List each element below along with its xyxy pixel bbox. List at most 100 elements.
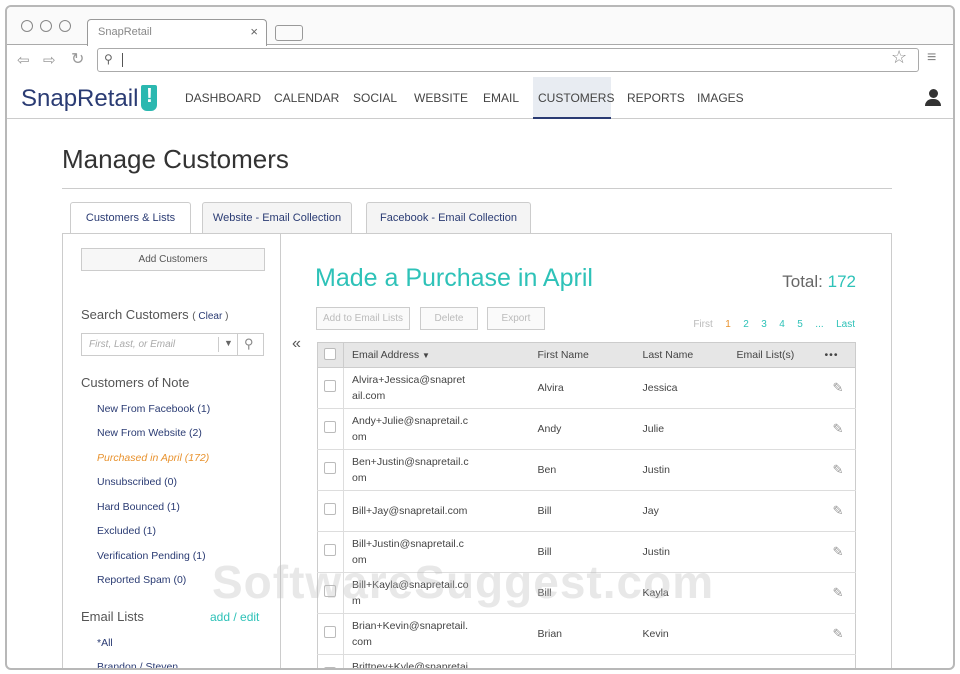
table-row[interactable]: Bill+Jay@snapretail.com Bill Jay ✎ [317,490,856,532]
page-3[interactable]: 3 [761,319,767,330]
select-all-checkbox[interactable] [324,347,336,360]
column-last-name[interactable]: Last Name [634,342,729,368]
cell-last-name: Jay [634,490,729,532]
edit-pencil-icon[interactable]: ✎ [824,572,856,614]
list-brandon-steven[interactable]: Brandon / Steven [97,661,178,668]
cell-last-name: Julie [634,408,729,450]
cell-first-name: Alvira [529,367,635,409]
total-count: Total: 172 [782,272,856,291]
row-checkbox[interactable] [324,666,336,668]
table-row[interactable]: Alvira+Jessica@snapretail.com Alvira Jes… [317,367,856,409]
watermark: SoftwareSuggest.com [212,556,715,608]
search-customers-input[interactable]: First, Last, or Email ▼ ⚲ [81,333,264,356]
cell-email-lists [728,367,825,409]
nav-website[interactable]: WEBSITE [409,77,473,119]
reload-icon[interactable]: ↻ [71,49,84,69]
table-row[interactable]: Ben+Justin@snapretail.com Ben Justin ✎ [317,449,856,491]
table-row[interactable]: Brittney+Kyle@snapretail.com ✎ [317,654,856,668]
note-reported-spam[interactable]: Reported Spam (0) [97,574,186,586]
edit-pencil-icon[interactable]: ✎ [824,408,856,450]
forward-icon[interactable]: ⇨ [43,51,56,69]
note-new-from-facebook[interactable]: New From Facebook (1) [97,403,210,415]
cell-email: Andy+Julie@snapretail.com [343,408,530,450]
search-icon[interactable]: ⚲ [244,336,254,352]
user-account-icon[interactable] [925,89,941,107]
note-verification-pending[interactable]: Verification Pending (1) [97,550,206,562]
clear-search-link[interactable]: Clear [198,311,222,322]
nav-reports[interactable]: REPORTS [622,77,690,119]
list-title: Made a Purchase in April [315,264,593,292]
tab-website-email-collection[interactable]: Website - Email Collection [202,202,352,233]
back-icon[interactable]: ⇦ [17,51,30,69]
customers-of-note-heading: Customers of Note [81,375,190,390]
tab-title: SnapRetail [98,26,152,38]
new-tab-button[interactable] [275,25,303,41]
table-row[interactable]: Brian+Kevin@snapretail.com Brian Kevin ✎ [317,613,856,655]
column-email-lists[interactable]: Email List(s) [728,342,825,368]
collapse-sidebar-icon[interactable]: « [292,335,301,353]
add-edit-lists-link[interactable]: add / edit [210,610,259,624]
edit-pencil-icon[interactable]: ✎ [824,654,856,668]
customers-table: Email Address ▼ First Name Last Name Ema… [317,342,856,668]
menu-icon[interactable]: ≡ [927,49,936,67]
edit-pencil-icon[interactable]: ✎ [824,367,856,409]
nav-images[interactable]: IMAGES [692,77,749,119]
cell-email-lists [728,490,825,532]
search-customers-label: Search Customers ( Clear ) [81,307,229,322]
row-checkbox[interactable] [324,625,336,638]
page-1[interactable]: 1 [725,319,731,330]
page-4[interactable]: 4 [779,319,785,330]
browser-tab[interactable]: SnapRetail × [87,19,267,46]
page-last[interactable]: Last [836,319,855,330]
more-options-icon[interactable]: ••• [824,342,856,368]
edit-pencil-icon[interactable]: ✎ [824,613,856,655]
cell-email: Bill+Jay@snapretail.com [343,490,530,532]
close-tab-icon[interactable]: × [250,24,258,39]
add-to-email-lists-button[interactable]: Add to Email Lists [316,307,410,330]
email-lists-heading: Email Lists [81,609,144,624]
nav-dashboard[interactable]: DASHBOARD [180,77,266,119]
edit-pencil-icon[interactable]: ✎ [824,531,856,573]
nav-customers[interactable]: CUSTOMERS [533,77,614,119]
close-window-icon[interactable] [21,20,33,32]
note-unsubscribed[interactable]: Unsubscribed (0) [97,476,177,488]
note-purchased-in-april[interactable]: Purchased in April (172) [97,452,209,464]
list-all[interactable]: *All [97,637,113,649]
cell-last-name: Jessica [634,367,729,409]
tab-facebook-email-collection[interactable]: Facebook - Email Collection [366,202,531,233]
row-checkbox[interactable] [324,379,336,392]
note-new-from-website[interactable]: New From Website (2) [97,427,202,439]
row-checkbox[interactable] [324,461,336,474]
maximize-window-icon[interactable] [59,20,71,32]
table-row[interactable]: Andy+Julie@snapretail.com Andy Julie ✎ [317,408,856,450]
column-email[interactable]: Email Address ▼ [343,342,530,368]
add-customers-button[interactable]: Add Customers [81,248,265,271]
delete-button[interactable]: Delete [420,307,478,330]
dropdown-icon[interactable]: ▼ [224,338,233,348]
row-checkbox[interactable] [324,420,336,433]
note-hard-bounced[interactable]: Hard Bounced (1) [97,501,180,513]
cell-email-lists [728,531,825,573]
export-button[interactable]: Export [487,307,545,330]
bookmark-star-icon[interactable]: ☆ [891,47,907,68]
edit-pencil-icon[interactable]: ✎ [824,490,856,532]
nav-email[interactable]: EMAIL [478,77,524,119]
note-excluded[interactable]: Excluded (1) [97,525,156,537]
nav-social[interactable]: SOCIAL [348,77,402,119]
edit-pencil-icon[interactable]: ✎ [824,449,856,491]
address-bar[interactable]: ⚲ [97,48,919,72]
row-checkbox[interactable] [324,502,336,515]
row-checkbox[interactable] [324,543,336,556]
divider [62,188,892,189]
page-5[interactable]: 5 [797,319,803,330]
tab-customers-lists[interactable]: Customers & Lists [70,202,191,234]
cell-email-lists [728,572,825,614]
page-2[interactable]: 2 [743,319,749,330]
nav-calendar[interactable]: CALENDAR [269,77,344,119]
page-first[interactable]: First [693,319,712,330]
snapretail-logo[interactable]: SnapRetail! [21,85,158,113]
minimize-window-icon[interactable] [40,20,52,32]
browser-tab-bar: SnapRetail × [7,7,953,46]
cell-first-name: Ben [529,449,635,491]
column-first-name[interactable]: First Name [529,342,635,368]
